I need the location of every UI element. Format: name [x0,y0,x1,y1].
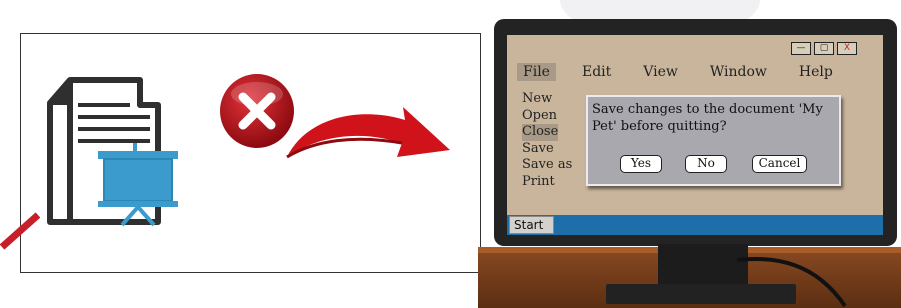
curved-arrow-icon [286,107,450,159]
menu-help[interactable]: Help [793,63,839,81]
taskbar: Start [507,215,883,235]
file-menu-dropdown: New Open Close Save Save as Print [521,91,573,190]
file-menu-save-as[interactable]: Save as [521,157,573,174]
close-button[interactable]: X [837,42,857,55]
start-button[interactable]: Start [509,216,554,234]
no-button[interactable]: No [685,155,727,173]
menu-bar: File Edit View Window Help [517,63,859,81]
window-controls: — ▢ X [791,42,857,55]
monitor-cable [736,256,847,308]
document-icon [47,77,178,227]
maximize-button[interactable]: ▢ [814,42,834,55]
menu-edit[interactable]: Edit [576,63,617,81]
file-menu-print[interactable]: Print [521,174,573,191]
save-changes-dialog: Save changes to the document 'My Pet' be… [586,95,841,186]
dialog-message: Save changes to the document 'My Pet' be… [592,102,823,134]
file-menu-save[interactable]: Save [521,141,573,158]
menu-view[interactable]: View [637,63,684,81]
presentation-icon [98,143,178,227]
file-menu-new[interactable]: New [521,91,573,108]
menu-window[interactable]: Window [704,63,773,81]
file-menu-open[interactable]: Open [521,108,573,125]
red-stroke-decoration [0,212,40,250]
yes-button[interactable]: Yes [620,155,662,173]
menu-file[interactable]: File [517,63,556,81]
file-menu-close[interactable]: Close [522,124,559,141]
minimize-button[interactable]: — [791,42,811,55]
cancel-button[interactable]: Cancel [752,155,807,173]
monitor-screen: — ▢ X File Edit View Window Help New Ope… [507,35,883,235]
